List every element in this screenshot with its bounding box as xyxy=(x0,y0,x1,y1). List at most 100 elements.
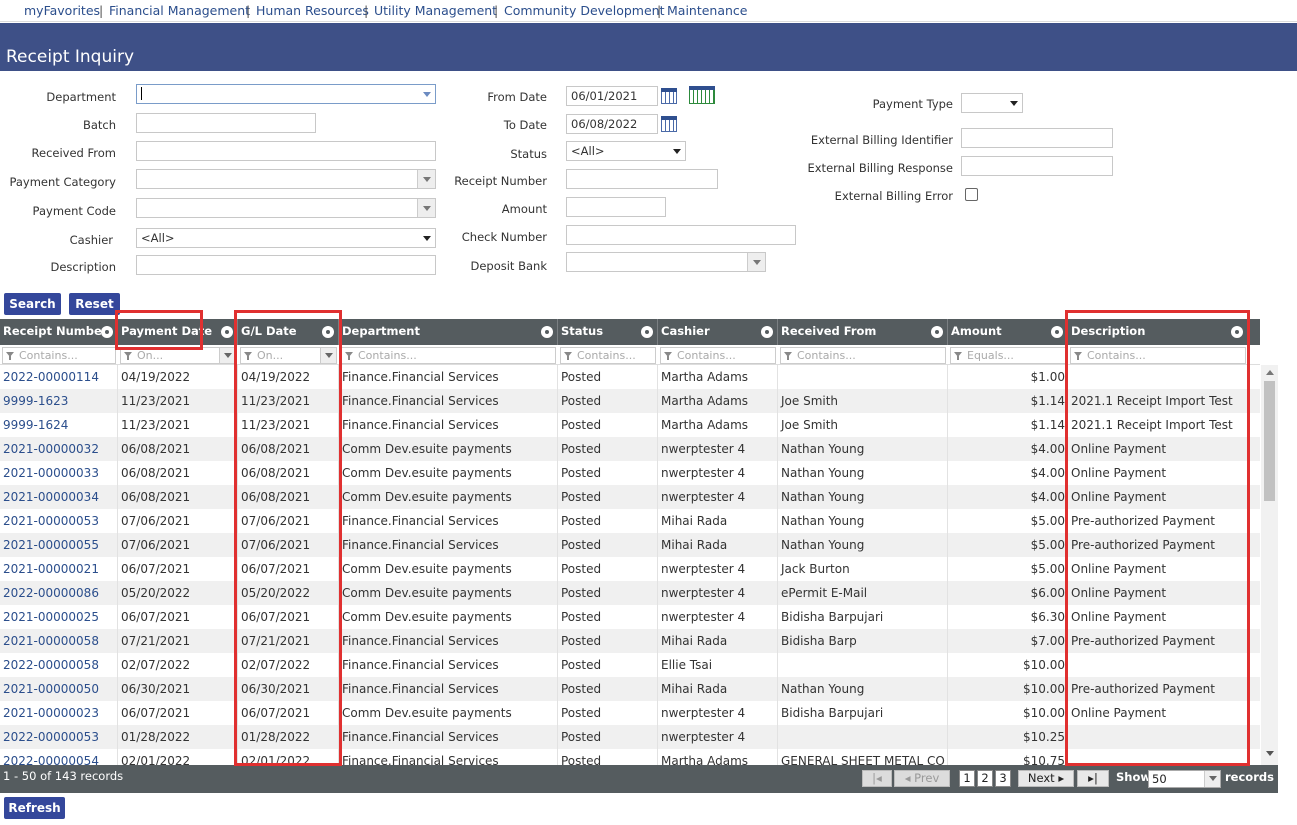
filter-icon[interactable] xyxy=(6,352,14,360)
table-row[interactable]: 2021-00000033 06/08/2021 06/08/2021 Comm De… xyxy=(0,461,1260,485)
cell-receipt-number[interactable]: 2022-00000114 xyxy=(0,365,118,389)
calendar-icon[interactable] xyxy=(661,116,677,132)
cell-receipt-number[interactable]: 2022-00000058 xyxy=(0,653,118,677)
batch-input[interactable] xyxy=(136,113,316,133)
gear-icon[interactable] xyxy=(222,327,232,337)
column-header-department[interactable]: Department xyxy=(339,319,558,345)
cell-receipt-number[interactable]: 2022-00000054 xyxy=(0,749,118,765)
filter-input-receipt-number[interactable]: Contains... xyxy=(2,347,116,364)
nav-myfavorites[interactable]: myFavorites xyxy=(24,3,100,18)
column-header-status[interactable]: Status xyxy=(558,319,658,345)
table-row[interactable]: 2022-00000058 02/07/2022 02/07/2022 Finance… xyxy=(0,653,1260,677)
chevron-down-icon[interactable] xyxy=(423,177,431,182)
filter-input-description[interactable]: Contains... xyxy=(1070,347,1246,364)
filter-input-department[interactable]: Contains... xyxy=(341,347,556,364)
gear-icon[interactable] xyxy=(1232,327,1242,337)
filter-icon[interactable] xyxy=(1074,352,1082,360)
description-input[interactable] xyxy=(136,255,436,275)
received-from-input[interactable] xyxy=(136,141,436,161)
table-row[interactable]: 2021-00000023 06/07/2021 06/07/2021 Comm De… xyxy=(0,701,1260,725)
table-row[interactable]: 2021-00000055 07/06/2021 07/06/2021 Finance… xyxy=(0,533,1260,557)
cell-receipt-number[interactable]: 9999-1623 xyxy=(0,389,118,413)
nav-utility-management[interactable]: Utility Management xyxy=(374,3,497,18)
scroll-up-icon[interactable] xyxy=(1266,370,1274,375)
payment-category-combo[interactable] xyxy=(136,169,436,189)
cashier-select[interactable]: <All> xyxy=(136,228,436,248)
table-row[interactable]: 9999-1623 11/23/2021 11/23/2021 Finance.Fin… xyxy=(0,389,1260,413)
chevron-down-icon[interactable] xyxy=(673,149,681,154)
table-row[interactable]: 2021-00000050 06/30/2021 06/30/2021 Finance… xyxy=(0,677,1260,701)
chevron-down-icon[interactable] xyxy=(1010,101,1018,106)
table-row[interactable]: 2021-00000025 06/07/2021 06/07/2021 Comm De… xyxy=(0,605,1260,629)
status-select[interactable]: <All> xyxy=(566,141,686,161)
chevron-down-icon[interactable] xyxy=(320,348,336,363)
gear-icon[interactable] xyxy=(762,327,772,337)
payment-code-combo[interactable] xyxy=(136,198,436,218)
table-row[interactable]: 2021-00000021 06/07/2021 06/07/2021 Comm De… xyxy=(0,557,1260,581)
page-3-button[interactable]: 3 xyxy=(995,770,1011,787)
chevron-down-icon[interactable] xyxy=(423,206,431,211)
deposit-bank-combo[interactable] xyxy=(566,252,766,272)
department-combo[interactable] xyxy=(136,84,436,104)
filter-input-amount[interactable]: Equals... xyxy=(950,347,1066,364)
table-row[interactable]: 2021-00000032 06/08/2021 06/08/2021 Comm De… xyxy=(0,437,1260,461)
gear-icon[interactable] xyxy=(323,327,333,337)
cell-receipt-number[interactable]: 2021-00000021 xyxy=(0,557,118,581)
filter-icon[interactable] xyxy=(784,352,792,360)
chevron-down-icon[interactable] xyxy=(753,260,761,265)
table-row[interactable]: 2022-00000086 05/20/2022 05/20/2022 Comm De… xyxy=(0,581,1260,605)
nav-maintenance[interactable]: Maintenance xyxy=(667,3,748,18)
scroll-down-icon[interactable] xyxy=(1266,751,1274,756)
check-number-input[interactable] xyxy=(566,225,796,245)
external-billing-response-input[interactable] xyxy=(961,156,1113,176)
column-header-gl-date[interactable]: G/L Date xyxy=(238,319,339,345)
gear-icon[interactable] xyxy=(542,327,552,337)
filter-input-payment-date[interactable]: On... xyxy=(120,347,236,364)
page-size-select[interactable]: 50 xyxy=(1148,770,1221,788)
table-row[interactable]: 2022-00000053 01/28/2022 01/28/2022 Finance… xyxy=(0,725,1260,749)
search-button[interactable]: Search xyxy=(4,293,61,315)
external-billing-identifier-input[interactable] xyxy=(961,128,1113,148)
table-row[interactable]: 2022-00000054 02/01/2022 02/01/2022 Finance… xyxy=(0,749,1260,765)
filter-input-received-from[interactable]: Contains... xyxy=(780,347,946,364)
table-row[interactable]: 9999-1624 11/23/2021 11/23/2021 Finance.Fin… xyxy=(0,413,1260,437)
date-range-calendar-icon[interactable] xyxy=(689,86,715,104)
nav-community-development[interactable]: Community Development xyxy=(504,3,664,18)
first-page-button[interactable]: |◂ xyxy=(862,770,892,787)
filter-icon[interactable] xyxy=(244,352,252,360)
column-header-cashier[interactable]: Cashier xyxy=(658,319,778,345)
page-2-button[interactable]: 2 xyxy=(977,770,993,787)
cell-receipt-number[interactable]: 2021-00000025 xyxy=(0,605,118,629)
cell-receipt-number[interactable]: 2021-00000050 xyxy=(0,677,118,701)
column-header-payment-date[interactable]: Payment Date xyxy=(118,319,238,345)
last-page-button[interactable]: ▸| xyxy=(1077,770,1109,787)
nav-human-resources[interactable]: Human Resources xyxy=(256,3,369,18)
external-billing-error-checkbox[interactable] xyxy=(965,188,978,201)
refresh-button[interactable]: Refresh xyxy=(4,797,65,819)
filter-icon[interactable] xyxy=(345,352,353,360)
cell-receipt-number[interactable]: 2021-00000032 xyxy=(0,437,118,461)
gear-icon[interactable] xyxy=(1052,327,1062,337)
cell-receipt-number[interactable]: 9999-1624 xyxy=(0,413,118,437)
cell-receipt-number[interactable]: 2022-00000053 xyxy=(0,725,118,749)
cell-receipt-number[interactable]: 2022-00000086 xyxy=(0,581,118,605)
cell-receipt-number[interactable]: 2021-00000034 xyxy=(0,485,118,509)
to-date-input[interactable]: 06/08/2022 xyxy=(566,114,658,134)
table-row[interactable]: 2021-00000053 07/06/2021 07/06/2021 Finance… xyxy=(0,509,1260,533)
page-1-button[interactable]: 1 xyxy=(959,770,975,787)
chevron-down-icon[interactable] xyxy=(219,348,235,363)
chevron-down-icon[interactable] xyxy=(1204,771,1220,787)
gear-icon[interactable] xyxy=(102,327,112,337)
reset-button[interactable]: Reset xyxy=(69,293,120,315)
filter-input-cashier[interactable]: Contains... xyxy=(660,347,776,364)
amount-input[interactable] xyxy=(566,197,666,217)
prev-page-button[interactable]: ◂ Prev xyxy=(894,770,950,787)
cell-receipt-number[interactable]: 2021-00000053 xyxy=(0,509,118,533)
cell-receipt-number[interactable]: 2021-00000055 xyxy=(0,533,118,557)
gear-icon[interactable] xyxy=(642,327,652,337)
chevron-down-icon[interactable] xyxy=(423,236,431,241)
filter-input-status[interactable]: Contains... xyxy=(560,347,656,364)
filter-icon[interactable] xyxy=(564,352,572,360)
scroll-thumb[interactable] xyxy=(1264,381,1275,501)
column-header-description[interactable]: Description xyxy=(1068,319,1248,345)
